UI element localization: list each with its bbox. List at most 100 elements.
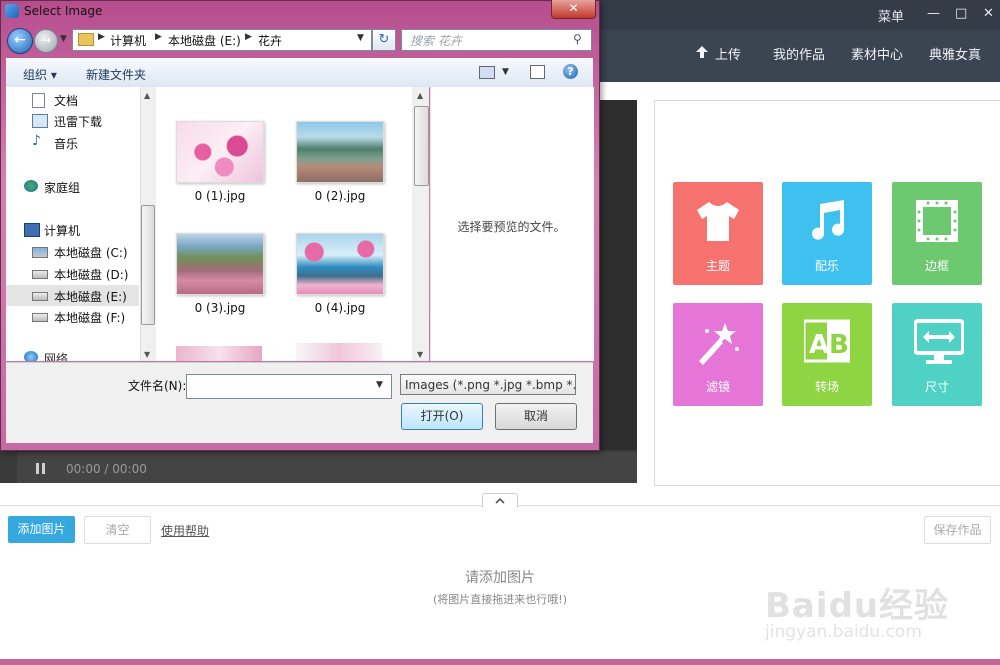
view-icon[interactable] — [479, 66, 495, 79]
file-type-select[interactable]: Images (*.png *.jpg *.bmp *. — [400, 374, 576, 395]
network-icon — [24, 351, 38, 361]
file-scroll-thumb[interactable] — [414, 106, 429, 186]
help-link[interactable]: 使用帮助 — [161, 522, 209, 539]
file-name: 0 (2).jpg — [314, 189, 366, 203]
file-item[interactable]: 0 (2).jpg — [296, 121, 384, 206]
chevron-up-icon — [495, 497, 505, 504]
tool-frame[interactable]: 边框 — [892, 182, 982, 285]
breadcrumb-drive-e[interactable]: 本地磁盘 (E:) — [168, 32, 241, 49]
nav-item-computer[interactable]: 计算机 — [6, 219, 139, 240]
pause-icon[interactable] — [36, 463, 48, 474]
ab-transition-icon: A B — [804, 319, 850, 363]
nav-item-homegroup[interactable]: 家庭组 — [6, 176, 139, 197]
nav-item-drive-c[interactable]: 本地磁盘 (C:) — [6, 241, 139, 262]
cancel-button[interactable]: 取消 — [495, 403, 577, 430]
music-note-icon — [812, 200, 844, 240]
organize-menu[interactable]: 组织 ▾ — [23, 66, 57, 83]
file-item-partial[interactable] — [296, 343, 384, 361]
download-folder-icon — [32, 114, 48, 128]
nav-item-music[interactable]: ♪ 音乐 — [6, 132, 139, 153]
screen-size-icon — [914, 319, 964, 364]
magic-wand-icon — [699, 323, 739, 365]
nav-my-works[interactable]: 我的作品 — [773, 44, 825, 63]
folder-icon — [78, 33, 94, 46]
homegroup-icon — [24, 180, 38, 192]
file-item[interactable]: 0 (1).jpg — [176, 121, 264, 206]
music-icon: ♪ — [32, 133, 41, 149]
history-dropdown-icon[interactable]: ▼ — [60, 34, 67, 44]
scroll-down-icon[interactable]: ▼ — [417, 350, 423, 359]
scroll-up-icon[interactable]: ▲ — [417, 91, 423, 100]
open-button[interactable]: 打开(O) — [401, 403, 483, 430]
breadcrumb-flowers[interactable]: 花卉 — [258, 32, 282, 49]
view-dropdown-icon[interactable]: ▼ — [502, 67, 509, 77]
save-work-button[interactable]: 保存作品 — [924, 516, 991, 544]
drive-icon — [32, 292, 48, 301]
nav-item-label: 网络 — [44, 352, 69, 361]
drive-icon — [32, 313, 48, 322]
dialog-close-button[interactable]: ✕ — [551, 0, 596, 19]
tool-music[interactable]: 配乐 — [782, 182, 872, 285]
nav-item-documents[interactable]: 文档 — [6, 89, 139, 110]
tool-panel — [654, 100, 1000, 486]
forward-button[interactable]: → — [34, 29, 58, 53]
image-thumbnail — [296, 121, 384, 183]
scroll-down-icon[interactable]: ▼ — [144, 350, 150, 359]
filename-dropdown-icon[interactable]: ▼ — [376, 380, 383, 390]
dialog-app-icon — [5, 4, 19, 18]
image-thumbnail — [176, 233, 264, 295]
nav-item-drive-e[interactable]: 本地磁盘 (E:) — [6, 285, 139, 306]
refresh-button[interactable]: ↻ — [372, 29, 396, 51]
tshirt-icon — [697, 202, 739, 241]
watermark-logo: Baidu经验 — [765, 586, 950, 626]
filename-input[interactable] — [186, 374, 392, 399]
file-item[interactable]: 0 (4).jpg — [296, 233, 384, 318]
add-image-button[interactable]: 添加图片 — [8, 516, 75, 543]
nav-item-label: 音乐 — [54, 137, 79, 151]
collapse-toggle[interactable] — [482, 493, 518, 508]
svg-text:A: A — [809, 330, 829, 360]
file-item[interactable]: 0 (3).jpg — [176, 233, 264, 318]
help-icon[interactable]: ? — [563, 64, 578, 79]
tool-transition[interactable]: A B 转场 — [782, 303, 872, 406]
search-icon[interactable]: ⚲ — [573, 32, 582, 46]
image-thumbnail — [176, 346, 262, 361]
file-name: 0 (1).jpg — [194, 189, 246, 203]
tool-filter-label: 滤镜 — [705, 380, 730, 394]
nav-item-xunlei-downloads[interactable]: 迅雷下载 — [6, 110, 139, 131]
nav-item-drive-d[interactable]: 本地磁盘 (D:) — [6, 263, 139, 284]
breadcrumb-computer[interactable]: 计算机 — [110, 32, 146, 49]
nav-scroll-thumb[interactable] — [141, 205, 155, 325]
restore-button[interactable]: □ — [955, 6, 967, 21]
player-time: 00:00 / 00:00 — [66, 462, 147, 476]
tool-size[interactable]: 尺寸 — [892, 303, 982, 406]
back-button[interactable]: ← — [7, 28, 33, 54]
tool-theme-label: 主题 — [705, 259, 730, 273]
minimize-button[interactable]: — — [927, 6, 940, 21]
nav-user[interactable]: 典雅女真 — [929, 44, 981, 63]
chevron-right-icon: ▶ — [245, 32, 252, 42]
upload-icon — [696, 46, 708, 58]
file-name: 0 (4).jpg — [314, 301, 366, 315]
tool-theme[interactable]: 主题 — [673, 182, 763, 285]
scroll-up-icon[interactable]: ▲ — [144, 91, 150, 100]
preview-pane-icon[interactable] — [530, 65, 545, 79]
file-item-partial[interactable] — [176, 346, 264, 361]
clear-button[interactable]: 清空 — [84, 516, 151, 544]
nav-item-label: 迅雷下载 — [54, 115, 103, 129]
menu-button[interactable]: 菜单 — [878, 6, 904, 25]
nav-item-network[interactable]: 网络 — [6, 347, 139, 361]
nav-item-label: 本地磁盘 (D:) — [54, 268, 129, 282]
tool-size-label: 尺寸 — [924, 380, 949, 394]
tool-filter[interactable]: 滤镜 — [673, 303, 763, 406]
dialog-title: Select Image — [24, 4, 103, 18]
documents-icon — [32, 93, 45, 108]
new-folder-button[interactable]: 新建文件夹 — [86, 66, 146, 83]
address-dropdown-icon[interactable]: ▼ — [357, 33, 364, 43]
computer-icon — [24, 223, 40, 237]
image-thumbnail — [296, 343, 382, 361]
app-close-button[interactable]: ✕ — [983, 6, 994, 21]
chevron-right-icon: ▶ — [98, 32, 105, 42]
nav-material-center[interactable]: 素材中心 — [851, 44, 903, 63]
nav-item-drive-f[interactable]: 本地磁盘 (F:) — [6, 306, 139, 327]
